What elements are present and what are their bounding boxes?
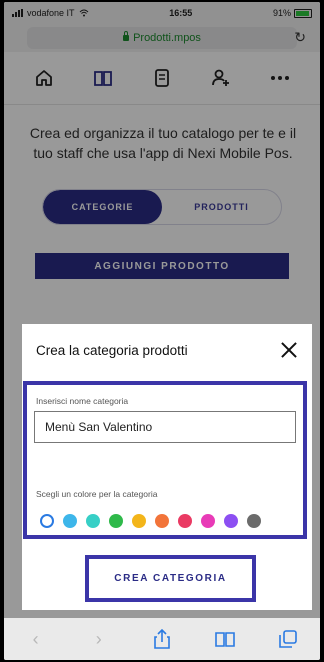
color-picker-label: Scegli un colore per la categoria	[36, 489, 158, 499]
color-swatch[interactable]	[40, 514, 54, 528]
color-swatches	[40, 514, 261, 528]
dialog-title: Crea la categoria prodotti	[36, 342, 188, 358]
color-swatch[interactable]	[201, 514, 215, 528]
create-category-button[interactable]: CREA CATEGORIA	[114, 573, 226, 584]
create-category-dialog: Crea la categoria prodotti Inserisci nom…	[22, 324, 312, 610]
tabs-icon[interactable]	[278, 629, 298, 649]
back-icon[interactable]: ‹	[26, 629, 46, 649]
color-swatch[interactable]	[86, 514, 100, 528]
browser-toolbar: ‹ ›	[4, 618, 320, 660]
color-swatch[interactable]	[178, 514, 192, 528]
color-swatch[interactable]	[132, 514, 146, 528]
category-name-label: Inserisci nome categoria	[36, 396, 129, 406]
create-button-highlight-box: CREA CATEGORIA	[85, 555, 256, 602]
color-swatch[interactable]	[155, 514, 169, 528]
dialog-header: Crea la categoria prodotti	[22, 324, 312, 376]
share-icon[interactable]	[152, 629, 172, 649]
forward-icon[interactable]: ›	[89, 629, 109, 649]
bookmarks-icon[interactable]	[215, 629, 235, 649]
color-swatch[interactable]	[224, 514, 238, 528]
close-icon[interactable]	[278, 339, 300, 361]
category-name-input[interactable]: Menù San Valentino	[34, 411, 296, 443]
color-swatch[interactable]	[109, 514, 123, 528]
color-swatch[interactable]	[247, 514, 261, 528]
phone-screen: vodafone IT 16:55 91% Prodotti.mpos ↻ Cr…	[4, 2, 320, 660]
color-swatch[interactable]	[63, 514, 77, 528]
